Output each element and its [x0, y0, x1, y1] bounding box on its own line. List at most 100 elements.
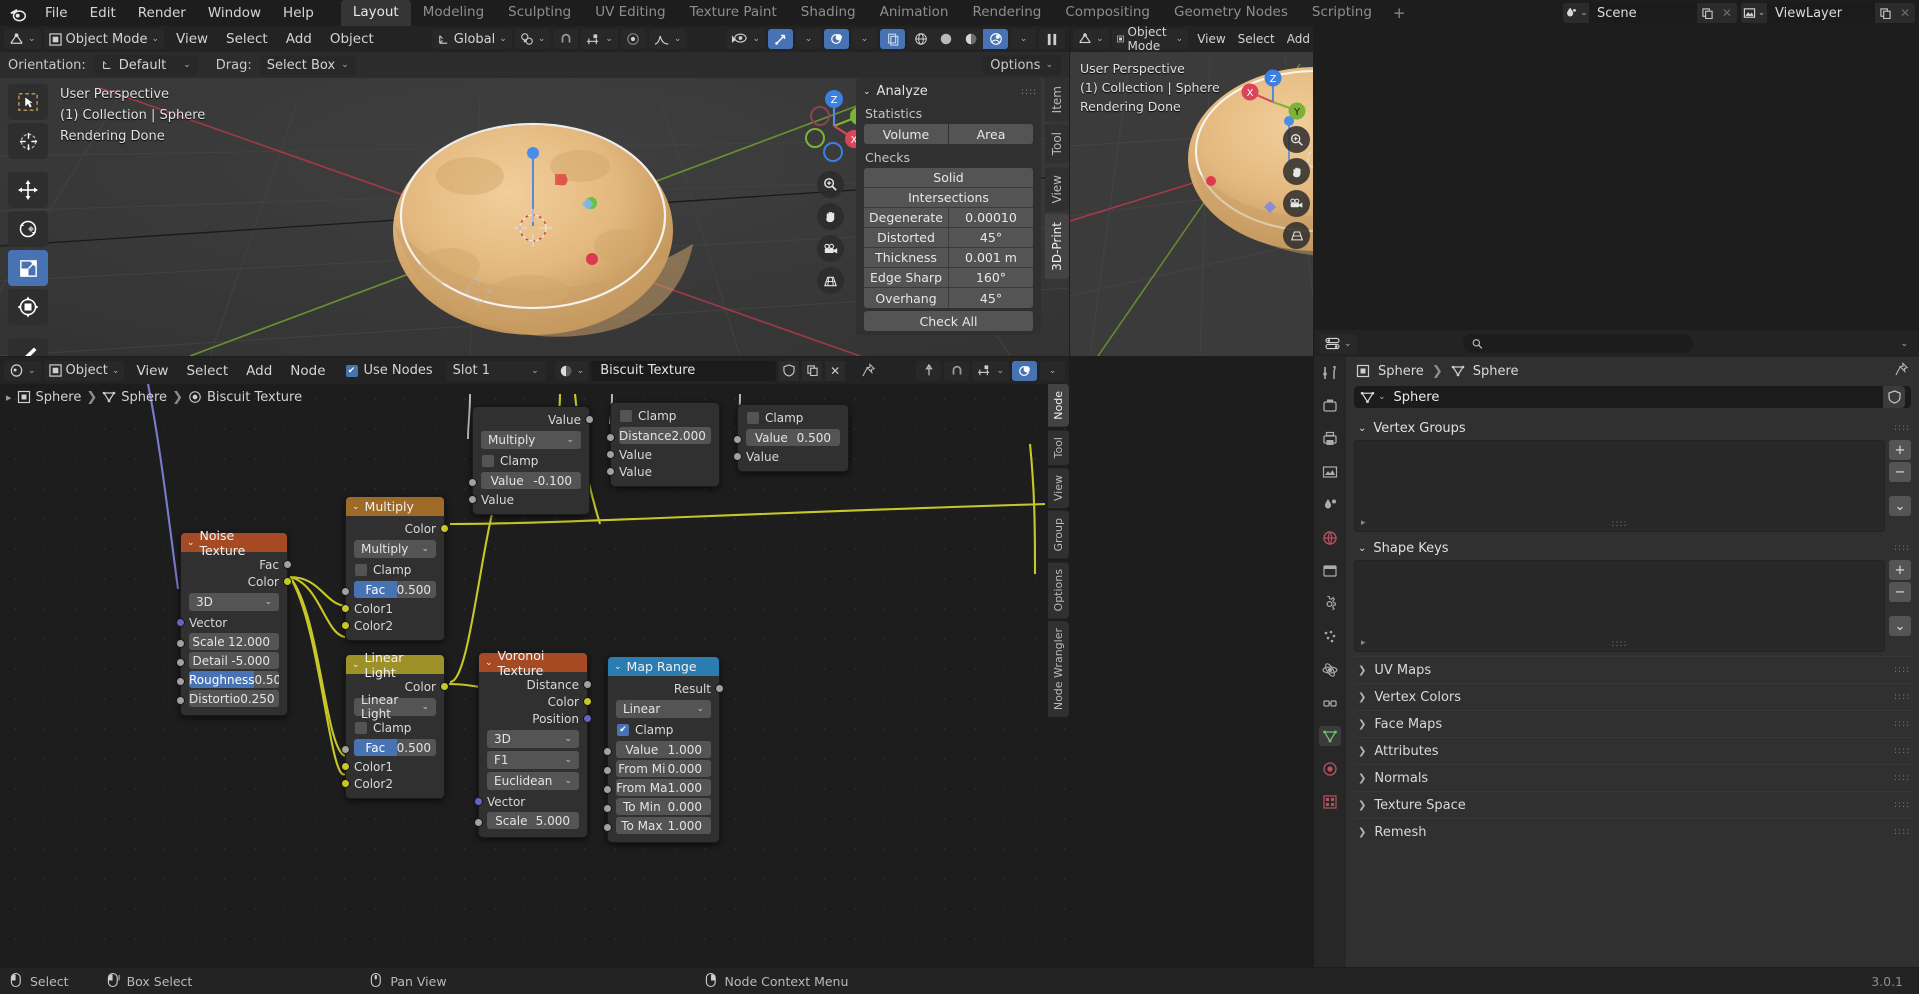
node-field[interactable]: From Ma 1.000 [616, 779, 711, 796]
node-field[interactable]: Value -0.100 [481, 472, 581, 489]
volume-button[interactable]: Volume [864, 124, 948, 144]
new-scene-button[interactable] [1697, 3, 1717, 23]
panel-header[interactable]: ⌄ Vertex Groups:::: [1354, 416, 1911, 440]
node-select[interactable]: Multiply ⌄ [481, 431, 581, 449]
render-icon[interactable] [1319, 396, 1341, 416]
node-canvas[interactable]: Value Multiply ⌄ Clamp Value -0.100 Value Clamp… [0, 384, 1069, 967]
scene-selector[interactable]: ⌄ Scene ✕ [1563, 3, 1737, 23]
node-input-socket[interactable] [176, 696, 185, 705]
list-expand-icon[interactable]: ▸ [1361, 518, 1366, 528]
shading-options-button[interactable]: ⌄ [1011, 29, 1036, 49]
add-item-button[interactable]: + [1889, 440, 1911, 460]
node-output-socket[interactable] [440, 682, 449, 691]
menu-edit[interactable]: Edit [79, 2, 127, 24]
node-field-row[interactable]: Fac 0.500 [341, 739, 444, 756]
check-label[interactable]: Solid [864, 168, 1033, 187]
node-output-socket[interactable] [283, 577, 292, 586]
editor-type-button-props[interactable]: ⌄ [1320, 333, 1357, 354]
node-input-socket[interactable] [606, 433, 615, 442]
workspace-tab-sculpting[interactable]: Sculpting [496, 0, 583, 26]
output-icon[interactable] [1319, 429, 1341, 449]
properties-panel-attributes[interactable]: ❯ Attributes:::: [1354, 737, 1911, 764]
gizmos-toggle[interactable] [768, 29, 793, 49]
node-field[interactable]: Scale 12.000 [189, 633, 279, 650]
viewport-3d-secondary[interactable]: ⌄ Object Mode ⌄ ViewSelectAddObject Glob… [1070, 26, 1313, 356]
node-field[interactable]: Fac 0.500 [354, 739, 436, 756]
constraints-icon[interactable] [1319, 693, 1341, 713]
menu-window[interactable]: Window [197, 2, 272, 24]
workspace-tab-layout[interactable]: Layout [340, 0, 411, 26]
scale-tool-button[interactable] [8, 250, 48, 286]
list-specials-button[interactable]: ⌄ [1889, 496, 1911, 516]
check-row[interactable]: Edge Sharp 160° [864, 268, 1033, 288]
interaction-mode-selector[interactable]: Object Mode ⌄ [43, 29, 164, 49]
check-row[interactable]: Intersections [864, 188, 1033, 208]
overlays-options-button[interactable]: ⌄ [852, 29, 877, 49]
workspace-tab-rendering[interactable]: Rendering [960, 0, 1053, 26]
node-output[interactable]: Fac [181, 556, 292, 573]
visibility-selector[interactable]: ⌄ [726, 29, 765, 49]
properties-breadcrumb-object[interactable]: Sphere [1378, 364, 1424, 379]
check-value[interactable]: 0.00010 [948, 208, 1033, 227]
rotate-tool-button[interactable] [8, 211, 48, 247]
vector-socket[interactable] [474, 797, 483, 806]
node-field-row[interactable]: Detail -5.000 [176, 652, 287, 669]
viewlayer-selector[interactable]: ⌄ ViewLayer ✕ [1741, 3, 1915, 23]
check-label[interactable]: Thickness [864, 248, 948, 267]
modifier-icon[interactable] [1319, 594, 1341, 614]
annotate-tool-button[interactable] [8, 338, 48, 356]
node-input-socket[interactable] [341, 587, 350, 596]
node-checkbox-row[interactable]: Clamp [473, 452, 589, 470]
transform-orientation-selector[interactable]: Global ⌄ [431, 29, 512, 49]
node-field[interactable]: To Max 1.000 [616, 817, 711, 834]
node-math-value-top[interactable]: Clamp Value 0.500 Value [733, 404, 849, 472]
check-row[interactable]: Thickness 0.001 m [864, 248, 1033, 268]
node-checkbox[interactable] [355, 564, 367, 576]
pin-icon[interactable] [856, 361, 881, 381]
properties-options-button[interactable]: ⌄ [1895, 334, 1913, 354]
perspective-toggle-icon[interactable] [817, 267, 844, 294]
node-checkbox[interactable] [747, 412, 759, 424]
shader-menu-select[interactable]: Select [177, 361, 237, 381]
check-row[interactable]: Distorted 45° [864, 228, 1033, 248]
menu-render[interactable]: Render [127, 2, 197, 24]
viewport-tab-view[interactable]: View [1045, 166, 1069, 212]
node-field-row[interactable]: Fac 0.500 [341, 581, 444, 598]
node-header[interactable]: ⌄ Multiply [346, 497, 444, 516]
node-checkbox-row[interactable]: Clamp [346, 719, 444, 737]
panel-grip-icon[interactable]: :::: [1894, 747, 1909, 756]
properties-panel-uv-maps[interactable]: ❯ UV Maps:::: [1354, 656, 1911, 683]
new-viewlayer-button[interactable] [1875, 3, 1895, 23]
node-input-socket[interactable] [606, 450, 615, 459]
material-browse-button[interactable]: ⌄ [554, 360, 589, 381]
vector-socket[interactable] [176, 618, 185, 627]
viewlayer-icon[interactable] [1319, 462, 1341, 482]
node-field-row[interactable]: Value -0.100 [468, 472, 589, 489]
node-output-socket[interactable] [583, 680, 592, 689]
shader-tab-group[interactable]: Group [1048, 511, 1069, 559]
snap-target-selector[interactable]: ⌄ [581, 29, 618, 49]
node-input-socket[interactable] [341, 621, 350, 630]
xray-toggle[interactable] [880, 29, 905, 49]
shader-menu-view[interactable]: View [127, 361, 177, 381]
node-output[interactable]: Color [346, 678, 449, 695]
node-map-range[interactable]: ⌄ Map Range Result Linear ⌄ ✔ Clamp Value 1.000 F… [603, 656, 724, 843]
shader-tab-view[interactable]: View [1048, 468, 1069, 509]
node-noise-texture[interactable]: ⌄ Noise Texture Fac Color 3D ⌄ Vector Scale 12.0… [176, 528, 292, 716]
new-material-button[interactable] [802, 360, 823, 381]
pan-hand-icon[interactable] [817, 203, 844, 230]
node-field[interactable]: Scale 5.000 [487, 812, 579, 829]
node-checkbox[interactable] [620, 410, 632, 422]
shader-tab-node-wrangler[interactable]: Node Wrangler [1048, 621, 1069, 718]
node-input-socket[interactable] [176, 677, 185, 686]
node-output[interactable]: Result [608, 680, 724, 697]
node-input[interactable]: Value [733, 448, 848, 465]
tweak-tool-button[interactable] [8, 84, 48, 120]
node-field-row[interactable]: To Min 0.000 [603, 798, 719, 815]
check-row[interactable]: Solid [864, 168, 1033, 188]
use-backdrop-button[interactable] [916, 360, 942, 381]
check-label[interactable]: Edge Sharp [864, 268, 948, 287]
node-input-socket[interactable] [606, 467, 615, 476]
shader-tab-node[interactable]: Node [1048, 384, 1069, 427]
node-field[interactable]: Detail -5.000 [189, 652, 279, 669]
